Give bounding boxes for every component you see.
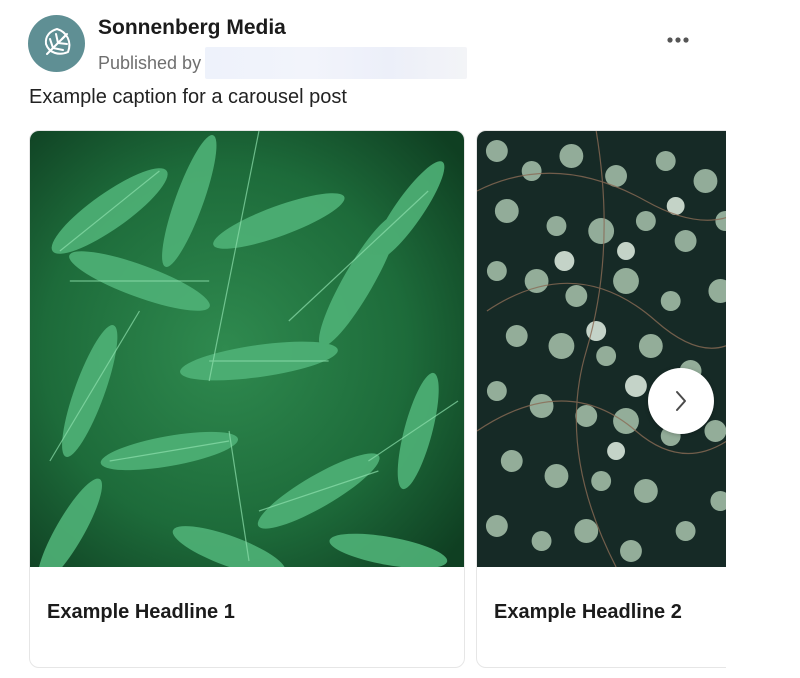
carousel-card-1[interactable]: Example Headline 1 [29, 130, 465, 668]
card-headline-1: Example Headline 1 [47, 601, 235, 623]
redacted-publisher-name [205, 47, 468, 79]
card-headline-2: Example Headline 2 [494, 601, 682, 623]
chevron-right-icon [676, 391, 686, 411]
leaf-logo-icon [44, 27, 70, 55]
green-fern-leaves-photo [30, 131, 464, 567]
author-name[interactable]: Sonnenberg Media [98, 16, 286, 40]
round-leaf-plant-photo [477, 131, 726, 567]
carousel: Example Headline 1 Example Headline 2 [29, 130, 726, 670]
author-avatar[interactable] [28, 15, 85, 72]
carousel-post: Sonnenberg Media Published by Example ca… [0, 0, 800, 678]
more-options-button[interactable] [660, 28, 696, 52]
published-by-row: Published by [98, 47, 468, 79]
carousel-next-button[interactable] [648, 368, 714, 434]
post-caption: Example caption for a carousel post [29, 86, 347, 108]
published-by-label: Published by [98, 52, 202, 73]
more-horizontal-icon [667, 37, 689, 43]
